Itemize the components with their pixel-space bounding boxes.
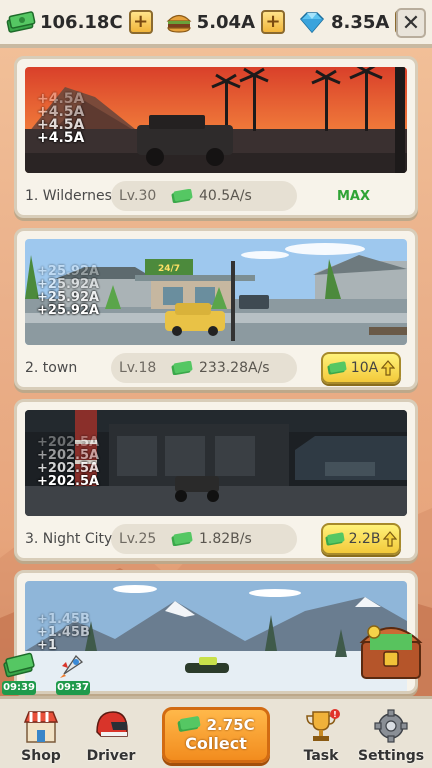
max-level-badge: MAX — [337, 188, 371, 204]
svg-text:!: ! — [333, 710, 337, 719]
cash-boost-timer: 09:39 — [2, 681, 36, 695]
income-rate: 233.28A/s — [199, 360, 270, 376]
location-info-row: 3. Night City Lv.25 1.82B/s 2.2B — [25, 522, 407, 556]
location-info-row: 1. Wilderness Lv.30 40.5A/s MAX — [25, 179, 407, 213]
cash-stack-icon — [6, 11, 36, 33]
close-button[interactable]: ✕ — [396, 8, 426, 38]
cash-icon — [177, 716, 201, 732]
collect-label: Collect — [185, 734, 247, 753]
cash-icon — [325, 532, 345, 546]
shop-icon — [23, 711, 59, 743]
store-sign-text: 24/7 — [158, 264, 180, 274]
nav-shop[interactable]: Shop — [8, 708, 74, 764]
location-card-wilderness[interactable]: +4.5A +4.5A +4.5A +4.5A 1. Wilderness Lv… — [14, 56, 418, 218]
rocket-boost-icon[interactable] — [56, 650, 88, 682]
location-name: 3. Night City — [25, 531, 113, 547]
nav-task-label: Task — [303, 748, 339, 764]
floating-income-text: +202.5A +202.5A +202.5A +202.5A — [37, 435, 100, 489]
arrow-up-icon — [383, 531, 398, 547]
upgrade-cost: 10A — [350, 360, 379, 376]
trophy-icon: ! — [306, 709, 340, 741]
income-rate: 1.82B/s — [199, 531, 252, 547]
burger-icon — [166, 14, 192, 33]
location-card-town[interactable]: 24/7 +25.92A +25.92A +25.92A +25.92A 2. … — [14, 228, 418, 390]
cash-icon — [171, 189, 193, 203]
location-info-row: 2. town Lv.18 233.28A/s 10A — [25, 351, 407, 385]
collect-amount: 2.75C — [206, 716, 255, 734]
treasure-chest-icon[interactable] — [356, 612, 426, 684]
nav-shop-label: Shop — [21, 748, 61, 764]
collect-amount-row: 2.75C — [165, 716, 267, 734]
location-level: Lv.30 — [119, 188, 157, 204]
cash-value: 106.18C — [40, 11, 123, 33]
location-name: 2. town — [25, 360, 78, 376]
rocket-boost-timer: 09:37 — [56, 681, 90, 695]
top-resource-bar: 106.18C + 5.04A + 8.35A + ✕ — [0, 0, 432, 48]
burger-resource: 5.04A + — [165, 4, 286, 40]
nav-task[interactable]: ! Task — [288, 708, 354, 764]
upgrade-button[interactable]: 10A — [321, 352, 401, 384]
cash-icon — [171, 361, 193, 375]
wilderness-scene: +4.5A +4.5A +4.5A +4.5A — [25, 67, 407, 173]
bottom-nav-bar: Shop Driver 2.75C Collect ! Task Setting… — [0, 696, 432, 768]
arrow-up-icon — [381, 360, 396, 376]
upgrade-button[interactable]: 2.2B — [321, 523, 401, 555]
floating-income-text: +1.45B +1.45B +1 — [37, 612, 90, 653]
gear-icon — [374, 709, 408, 743]
income-rate: 40.5A/s — [199, 188, 252, 204]
location-level: Lv.18 — [119, 360, 157, 376]
helmet-icon — [96, 711, 128, 737]
cash-icon — [171, 532, 193, 546]
add-cash-button[interactable]: + — [128, 10, 153, 34]
floating-income-text: +25.92A +25.92A +25.92A +25.92A — [37, 264, 100, 318]
location-name: 1. Wilderness — [25, 188, 120, 204]
location-stats: Lv.30 40.5A/s — [111, 181, 297, 211]
town-scene: 24/7 +25.92A +25.92A +25.92A +25.92A — [25, 239, 407, 345]
location-card-night-city[interactable]: +202.5A +202.5A +202.5A +202.5A 3. Night… — [14, 399, 418, 561]
diamond-icon — [299, 12, 325, 34]
burger-value: 5.04A — [196, 11, 256, 33]
diamond-value: 8.35A — [331, 11, 390, 33]
night-city-scene: +202.5A +202.5A +202.5A +202.5A — [25, 410, 407, 516]
add-burger-button[interactable]: + — [261, 10, 286, 34]
nav-settings-label: Settings — [358, 748, 425, 764]
cash-boost-icon[interactable] — [2, 650, 36, 682]
nav-driver-label: Driver — [86, 748, 136, 764]
nav-settings[interactable]: Settings — [358, 708, 424, 764]
location-stats: Lv.18 233.28A/s — [111, 353, 297, 383]
location-level: Lv.25 — [119, 531, 157, 547]
cash-icon — [327, 361, 347, 375]
collect-button[interactable]: 2.75C Collect — [162, 707, 270, 763]
cash-resource: 106.18C + — [6, 4, 153, 40]
location-stats: Lv.25 1.82B/s — [111, 524, 297, 554]
floating-income-text: +4.5A +4.5A +4.5A +4.5A — [37, 91, 85, 146]
upgrade-cost: 2.2B — [348, 531, 381, 547]
nav-driver[interactable]: Driver — [78, 708, 144, 764]
